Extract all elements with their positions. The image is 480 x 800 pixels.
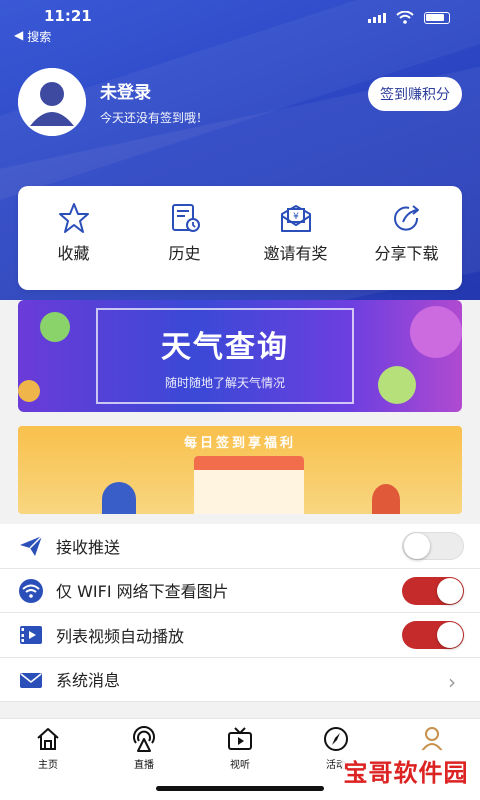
weather-banner-frame: 天气查询 随时随地了解天气情况 <box>96 308 354 404</box>
quick-action-history[interactable]: 历史 <box>135 200 235 290</box>
setting-row-messages[interactable]: 系统消息 › <box>0 658 480 702</box>
setting-label: 仅 WIFI 网络下查看图片 <box>56 582 229 602</box>
tv-icon <box>228 727 252 750</box>
daily-banner-title: 每日签到享福利 <box>183 436 296 451</box>
wifi-status-icon <box>396 11 414 24</box>
push-toggle[interactable] <box>402 532 464 560</box>
back-label: 搜索 <box>27 30 52 44</box>
signin-earn-points-button[interactable]: 签到赚积分 <box>368 77 462 111</box>
quick-actions-card: 收藏 历史 ¥ 邀请有奖 分享下载 <box>18 186 462 290</box>
status-time: 11:21 <box>44 7 92 25</box>
setting-label: 接收推送 <box>56 537 121 557</box>
weather-banner-title: 天气查询 <box>161 329 289 365</box>
illustration-calendar <box>194 456 304 514</box>
tab-label: 直播 <box>134 760 154 771</box>
illustration-person-right <box>372 484 400 514</box>
video-icon <box>20 626 42 644</box>
quick-action-label: 分享下载 <box>374 244 439 263</box>
illustration-person-left <box>102 482 136 514</box>
wifi-images-toggle[interactable] <box>402 576 464 605</box>
status-bar: 11:21 ◀ 搜索 <box>0 0 480 44</box>
toggle-knob <box>404 533 430 559</box>
user-icon <box>421 727 443 752</box>
svg-text:¥: ¥ <box>293 212 299 222</box>
share-icon <box>393 205 419 231</box>
tab-home[interactable]: 主页 <box>0 719 96 800</box>
autoplay-toggle[interactable] <box>402 621 464 649</box>
mail-icon <box>20 672 42 688</box>
quick-action-label: 收藏 <box>57 244 90 263</box>
quick-action-invite[interactable]: ¥ 邀请有奖 <box>246 200 346 290</box>
avatar[interactable] <box>18 68 86 136</box>
weather-banner-subtitle: 随时随地了解天气情况 <box>164 375 285 390</box>
quick-action-label: 邀请有奖 <box>263 244 328 263</box>
weather-banner[interactable]: 天气查询 随时随地了解天气情况 <box>18 300 462 412</box>
toggle-knob <box>437 622 463 648</box>
back-to-search[interactable]: ◀ 搜索 <box>14 28 51 45</box>
invite-envelope-icon: ¥ <box>280 205 311 232</box>
quick-action-share[interactable]: 分享下载 <box>357 200 457 290</box>
back-arrow-icon: ◀ <box>14 28 24 42</box>
decorative-ball <box>410 306 462 358</box>
home-indicator <box>156 786 324 791</box>
tab-label: 视听 <box>230 760 250 771</box>
settings-list: 接收推送 仅 WIFI 网络下查看图片 列表视频自动播放 系统消息 › <box>0 524 480 702</box>
paper-plane-icon <box>20 535 43 556</box>
decorative-ball <box>18 380 40 402</box>
setting-row-wifi-images[interactable]: 仅 WIFI 网络下查看图片 <box>0 569 480 613</box>
signin-status-text: 今天还没有签到哦！ <box>100 111 209 125</box>
setting-row-autoplay[interactable]: 列表视频自动播放 <box>0 613 480 658</box>
history-icon <box>171 204 200 232</box>
decorative-ball <box>378 366 416 404</box>
setting-label: 列表视频自动播放 <box>56 626 185 646</box>
setting-label: 系统消息 <box>56 671 121 691</box>
quick-action-label: 历史 <box>168 244 201 263</box>
live-broadcast-icon <box>133 726 155 752</box>
quick-action-favorites[interactable]: 收藏 <box>24 200 124 290</box>
decorative-ball <box>40 312 70 342</box>
star-icon <box>58 203 89 233</box>
watermark: 宝哥软件园 <box>342 750 470 790</box>
home-icon <box>37 728 59 750</box>
setting-row-push[interactable]: 接收推送 <box>0 524 480 569</box>
chevron-right-icon: › <box>448 669 456 694</box>
profile-section[interactable]: 未登录 今天还没有签到哦！ <box>18 68 208 136</box>
default-avatar-icon <box>18 68 86 136</box>
battery-icon <box>424 11 450 24</box>
compass-icon <box>324 727 348 751</box>
tab-label: 主页 <box>38 760 58 771</box>
toggle-knob <box>437 577 463 604</box>
user-info: 未登录 今天还没有签到哦！ <box>100 78 208 126</box>
status-icons <box>368 11 450 24</box>
daily-signin-banner[interactable]: 每日签到享福利 <box>18 426 462 514</box>
wifi-icon <box>19 578 43 603</box>
signal-icon <box>368 12 386 23</box>
username[interactable]: 未登录 <box>100 78 208 103</box>
